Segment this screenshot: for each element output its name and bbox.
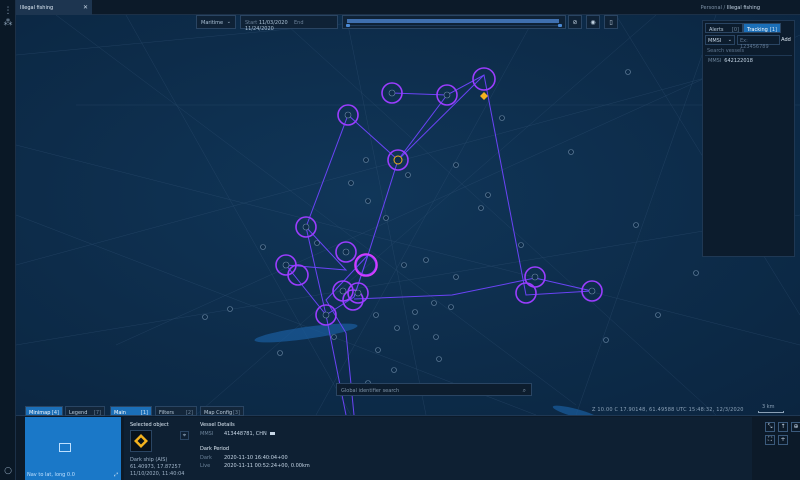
id-type-value: MMSI — [708, 38, 722, 44]
id-type-select[interactable]: MMSI ⌄ — [705, 35, 735, 45]
coordinates-readout: Z 10.00 C 17.90148, 61.49588 UTC 15:48:3… — [592, 407, 744, 413]
vessel-details-title: Vessel Details — [200, 422, 235, 428]
tracked-item-value: 642122018 — [724, 58, 753, 64]
close-icon[interactable]: ✕ — [83, 4, 88, 11]
tab-legend-label: Legend — [69, 410, 88, 416]
map-tools: ⤡ ↑ ⊕ ⛶ + — [758, 417, 800, 480]
timeline-track — [347, 25, 561, 26]
id-input[interactable]: Ex: 123456789 — [737, 35, 780, 50]
app-root: ⋮ ⁂ ○ Illegal fishing ✕ Personal / Illeg… — [0, 0, 800, 480]
tab-map-config[interactable]: Map Config [3] — [200, 406, 244, 416]
scale-bar — [758, 411, 784, 413]
plus-icon[interactable]: + — [778, 435, 788, 445]
add-button[interactable]: Add — [780, 35, 792, 45]
object-timestamp: 11/10/2020, 11:40:04 — [130, 471, 185, 477]
scale-label: 3 km — [762, 404, 775, 410]
mmsi-row: MMSI 413448781, CHN — [200, 431, 275, 437]
timeline-range-fill — [347, 19, 559, 23]
tab-main-label: Main — [114, 410, 126, 416]
selected-object-title: Selected object — [130, 422, 169, 428]
tab-minimap-count: [4] — [51, 410, 59, 416]
dark-period-title: Dark Period — [200, 446, 230, 452]
chevron-down-icon: ⌄ — [727, 37, 732, 43]
shapes-icon[interactable]: ⁂ — [3, 18, 13, 28]
live-row: Live 2020-11-11 00:52:24+00, 0.00km — [200, 463, 310, 469]
object-position: 61.40973, 17.87257 — [130, 464, 181, 470]
tab-legend[interactable]: Legend [7] — [65, 406, 105, 416]
tab-minimap-label: Minimap — [29, 410, 51, 416]
add-tracking-row: MMSI ⌄ Ex: 123456789 Add — [705, 35, 792, 50]
breadcrumb: Personal / Illegal fishing — [701, 5, 760, 11]
flag-icon — [269, 432, 275, 435]
mmsi-value: 413448781, CHN — [224, 431, 267, 437]
breadcrumb-prefix[interactable]: Personal / — [701, 5, 726, 11]
tab-label: Illegal fishing — [20, 5, 54, 11]
tab-main-count: [1] — [140, 410, 148, 416]
end-date[interactable]: 11/24/2020 — [245, 26, 274, 32]
expand-icon[interactable]: ⤢ — [114, 472, 118, 478]
target-icon[interactable]: ⊕ — [791, 422, 800, 432]
main-details: Selected object ⌖ Dark ship (AIS) 61.409… — [124, 417, 752, 480]
bookmark-icon[interactable]: ▯ — [604, 15, 618, 29]
map-canvas[interactable] — [16, 15, 800, 415]
bottom-panel: Minimap [4] Legend [7] Main [1] Filters … — [16, 406, 800, 480]
tab-alerts-label: Alerts — [709, 27, 724, 33]
tab-tracking[interactable]: Tracking [1] — [743, 23, 781, 33]
timeline-slider[interactable] — [342, 15, 566, 29]
tab-minimap[interactable]: Minimap [4] — [25, 406, 63, 416]
object-type: Dark ship (AIS) — [130, 457, 168, 463]
top-bar: Illegal fishing ✕ Personal / Illegal fis… — [16, 0, 800, 15]
dark-row: Dark 2020-11-10 16:40:04+00 — [200, 455, 288, 461]
tab-alerts[interactable]: Alerts [0] — [705, 23, 743, 33]
grid-icon[interactable]: ⋮ — [3, 6, 13, 16]
timeline-end-handle[interactable] — [558, 24, 562, 27]
tab-tracking-count: [1] — [769, 27, 777, 33]
tab-filters-label: Filters — [159, 410, 174, 416]
shrink-icon[interactable]: ⤡ — [765, 422, 775, 432]
tab-map-config-label: Map Config — [204, 410, 233, 416]
tab-map-config-count: [3] — [232, 410, 240, 416]
tab-legend-count: [7] — [93, 410, 101, 416]
global-search-placeholder: Global identifier search — [341, 388, 400, 394]
pointer-icon[interactable]: ↑ — [778, 422, 788, 432]
search-icon[interactable]: ⌕ — [523, 387, 526, 395]
tracking-panel: Alerts [0] Tracking [1] MMSI ⌄ Ex: 12345… — [702, 20, 795, 257]
minimap-viewport[interactable] — [59, 443, 71, 452]
timeline-start-handle[interactable] — [346, 24, 350, 27]
layer-select[interactable]: Maritime ⌄ — [196, 15, 236, 29]
tab-filters[interactable]: Filters [2] — [155, 406, 197, 416]
tab-illegal-fishing[interactable]: Illegal fishing ✕ — [16, 0, 92, 15]
dark-value: 2020-11-10 16:40:04+00 — [224, 455, 288, 461]
minimap[interactable]: Nav to lat, long 0.0 ⤢ — [25, 417, 121, 480]
global-search-input[interactable]: Global identifier search ⌕ — [336, 383, 532, 396]
mmsi-label: MMSI — [200, 431, 214, 437]
chevron-down-icon: ⌄ — [226, 19, 231, 25]
circle-icon[interactable]: ○ — [3, 466, 13, 476]
locate-pin-icon[interactable]: ⌖ — [180, 431, 189, 440]
left-sidebar: ⋮ ⁂ ○ — [0, 0, 16, 480]
date-range[interactable]: Start 11/03/2020 End 11/24/2020 — [240, 15, 338, 32]
layer-toggle-icon[interactable]: ⊘ — [568, 15, 582, 29]
end-label: End — [294, 20, 304, 26]
layer-select-value: Maritime — [201, 20, 224, 26]
breadcrumb-current: Illegal fishing — [726, 5, 760, 11]
tracked-item[interactable]: MMSI 642122018 — [708, 58, 753, 64]
live-label: Live — [200, 463, 211, 469]
tab-main[interactable]: Main [1] — [110, 406, 152, 416]
eye-icon[interactable]: ◉ — [586, 15, 600, 29]
dark-ship-icon — [130, 430, 152, 452]
fullscreen-icon[interactable]: ⛶ — [765, 435, 775, 445]
minimap-caption: Nav to lat, long 0.0 — [27, 472, 75, 478]
tab-tracking-label: Tracking — [747, 27, 768, 33]
search-vessels-input[interactable]: Search vessels — [705, 46, 792, 56]
dark-label: Dark — [200, 455, 212, 461]
tab-filters-count: [2] — [185, 410, 193, 416]
tab-alerts-count: [0] — [731, 27, 739, 33]
tracked-item-type: MMSI — [708, 58, 722, 64]
live-value: 2020-11-11 00:52:24+00, 0.00km — [224, 463, 310, 469]
map-overlay — [16, 15, 800, 415]
